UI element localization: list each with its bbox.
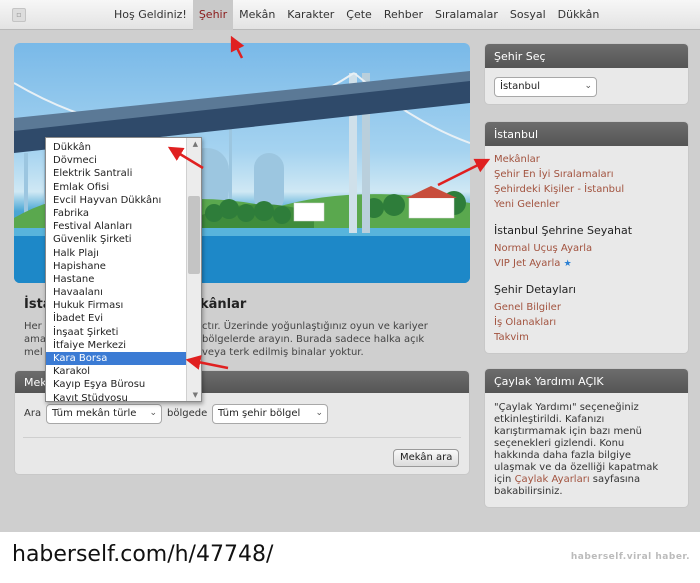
arrow-to-black-market: [185, 355, 229, 370]
source-url: haberself.com/h/47748/: [12, 542, 274, 567]
annotation-arrows: [167, 35, 491, 370]
watermark-footer: haberself.com/h/47748/ haberself.viral h…: [0, 532, 700, 583]
arrow-to-city-tab: [230, 35, 245, 59]
arrow-to-venues-link: [437, 158, 491, 187]
arrow-to-dropdown: [167, 146, 204, 170]
source-brand: haberself.viral haber.: [570, 552, 690, 562]
